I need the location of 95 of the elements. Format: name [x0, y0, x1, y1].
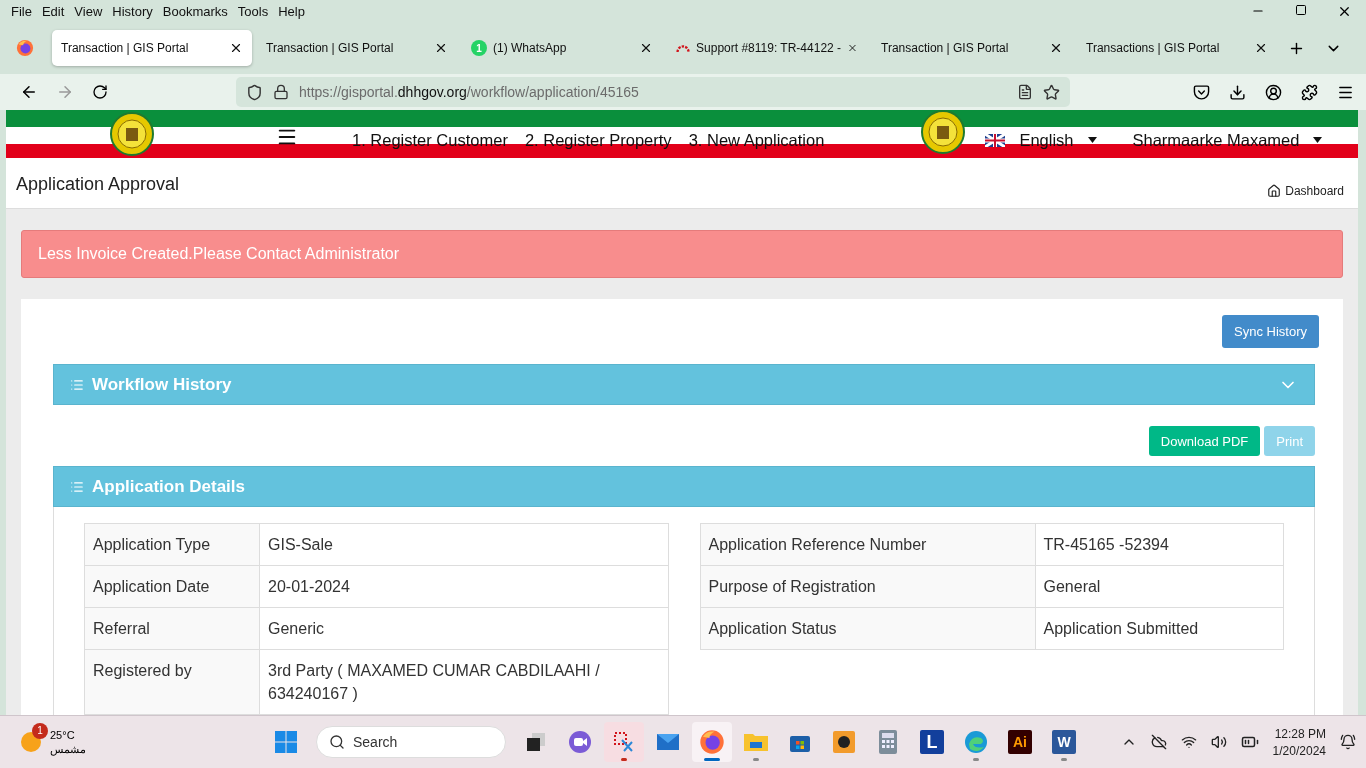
reload-icon[interactable]: [92, 84, 108, 100]
menu-item[interactable]: Help: [273, 3, 310, 19]
browser-tab[interactable]: Support #8119: TR-44122 -: [667, 30, 867, 66]
menu-item[interactable]: View: [69, 3, 108, 19]
flag-icon: [985, 133, 1006, 147]
lock-icon: [273, 84, 289, 100]
bookmark-icon[interactable]: [1043, 83, 1060, 101]
sync-history-button[interactable]: Sync History: [1222, 315, 1319, 348]
close-icon[interactable]: [1254, 41, 1268, 55]
user-dropdown[interactable]: Sharmaarke Maxamed: [1132, 130, 1300, 150]
menu-item[interactable]: Tools: [232, 3, 274, 19]
menu-item[interactable]: File: [6, 3, 37, 19]
wifi-icon[interactable]: [1180, 734, 1197, 750]
alert-message: Less Invoice Created.Please Contact Administrator: [21, 230, 1343, 278]
browser-tab[interactable]: Transaction | GIS Portal: [872, 30, 1072, 66]
search-field[interactable]: Search: [316, 726, 506, 758]
video-chat-icon[interactable]: [568, 730, 592, 754]
emblem-icon: [110, 112, 154, 156]
address-bar[interactable]: https://gisportal.dhhgov.org/workflow/application/45165: [236, 77, 1070, 107]
close-icon[interactable]: [1049, 41, 1063, 55]
word-icon[interactable]: W: [1052, 730, 1076, 754]
nav-link[interactable]: 2. Register Property: [524, 130, 672, 150]
table-cell: Application Type: [84, 523, 260, 566]
snipping-icon[interactable]: [612, 730, 636, 754]
table-cell: Registered by: [84, 649, 260, 715]
app-icon[interactable]: L: [920, 730, 944, 754]
shield-icon: [246, 83, 263, 101]
temperature: 25°C: [50, 728, 76, 741]
tab-title: (1) WhatsApp: [493, 41, 568, 55]
close-icon[interactable]: [1337, 4, 1352, 19]
table-cell: TR-45165 -52394: [1035, 523, 1284, 566]
browser-tab[interactable]: 1 (1) WhatsApp: [462, 30, 662, 66]
table-cell: 20-01-2024: [259, 565, 668, 608]
gauge-icon: [676, 42, 691, 54]
list-icon: [70, 377, 84, 392]
account-icon[interactable]: [1265, 83, 1282, 101]
table-cell: Referral: [84, 607, 260, 650]
folder-icon[interactable]: [743, 731, 769, 753]
home-icon: [1267, 184, 1282, 199]
nav-link[interactable]: 1. Register Customer: [352, 130, 508, 150]
tab-title: Support #8119: TR-44122 -: [696, 41, 842, 55]
mail-icon[interactable]: [656, 732, 680, 752]
browser-tab[interactable]: Transactions | GIS Portal: [1077, 30, 1277, 66]
table-cell: Application Status: [700, 607, 1035, 650]
language-dropdown[interactable]: English: [1019, 130, 1074, 150]
table-cell: GIS-Sale: [259, 523, 668, 566]
edge-icon[interactable]: [964, 730, 988, 754]
table-cell: Application Reference Number: [700, 523, 1035, 566]
caret-icon[interactable]: [1313, 137, 1323, 143]
table-cell: Application Date: [84, 565, 260, 608]
list-icon: [70, 479, 84, 494]
notification-badge: 1: [32, 722, 48, 739]
emblem-icon: [921, 110, 966, 154]
clock[interactable]: 12:28 PM 1/20/2024: [1272, 726, 1326, 758]
page-title: Application Approval: [16, 174, 180, 196]
tab-title: Transactions | GIS Portal: [1086, 41, 1221, 55]
menu-item[interactable]: Bookmarks: [157, 3, 233, 19]
chat-icon: 1: [471, 40, 487, 56]
extensions-icon[interactable]: [1301, 83, 1318, 101]
table-cell: General: [1035, 565, 1284, 608]
download-icon[interactable]: [1229, 83, 1246, 101]
close-icon[interactable]: [639, 41, 653, 55]
tab-title: Transaction | GIS Portal: [881, 41, 1010, 55]
menu-item[interactable]: Edit: [36, 3, 70, 19]
task-view-icon[interactable]: [525, 731, 547, 753]
caret-icon[interactable]: [1087, 137, 1097, 143]
notification-icon[interactable]: [1340, 734, 1356, 750]
details-panel-header: Application Details: [53, 466, 1315, 507]
search-icon: [329, 734, 345, 750]
windows-icon[interactable]: [274, 730, 298, 754]
menu-item[interactable]: History: [107, 3, 158, 19]
browser-tab[interactable]: Transaction | GIS Portal: [257, 30, 457, 66]
cloud-off-icon[interactable]: [1150, 734, 1167, 750]
firefox-icon[interactable]: [16, 39, 34, 57]
app-icon[interactable]: Ai: [1008, 730, 1032, 754]
tab-title: Transaction | GIS Portal: [61, 41, 190, 55]
back-icon[interactable]: [20, 83, 38, 101]
close-icon[interactable]: [434, 41, 448, 55]
weather-condition: مشمس: [50, 742, 86, 756]
tab-title: Transaction | GIS Portal: [266, 41, 395, 55]
table-cell: Application Submitted: [1035, 607, 1284, 650]
table-cell: Generic: [259, 607, 668, 650]
volume-icon[interactable]: [1210, 734, 1227, 750]
app-icon[interactable]: [832, 730, 856, 754]
maximize-icon[interactable]: [1295, 4, 1307, 16]
firefox-icon[interactable]: [699, 729, 725, 755]
table-cell: 3rd Party ( MAXAMED CUMAR CABDILAAHI / 634240167 ): [259, 649, 668, 715]
pocket-icon[interactable]: [1193, 83, 1210, 101]
nav-link[interactable]: 3. New Application: [688, 130, 825, 150]
reader-icon[interactable]: [1017, 84, 1033, 100]
close-icon[interactable]: [229, 41, 243, 55]
breadcrumb-link[interactable]: Dashboard: [1267, 184, 1344, 209]
calculator-icon[interactable]: [878, 729, 898, 755]
browser-tab[interactable]: Transaction | GIS Portal: [52, 30, 252, 66]
table-cell: Purpose of Registration: [700, 565, 1035, 608]
